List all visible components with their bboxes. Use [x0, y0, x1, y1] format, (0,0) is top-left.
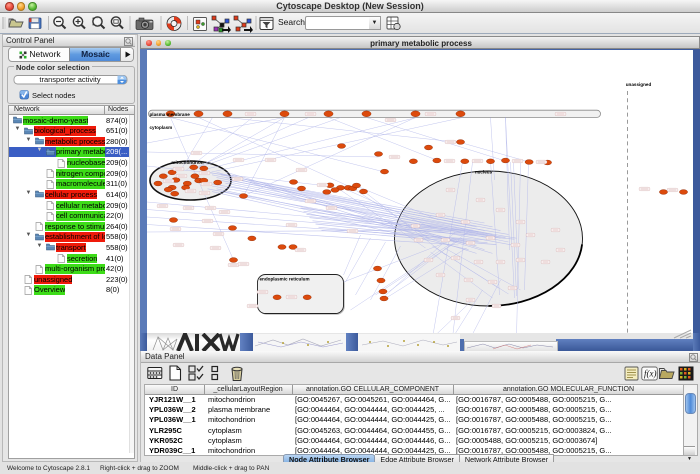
svg-text:f(x): f(x): [644, 369, 657, 379]
svg-text:endoplasmic reticulum: endoplasmic reticulum: [259, 277, 309, 282]
svg-text:unassigned: unassigned: [625, 82, 651, 87]
svg-text:cytoplasm: cytoplasm: [149, 125, 172, 130]
svg-text:mitochondrion: mitochondrion: [171, 160, 203, 165]
svg-text:plasma membrane: plasma membrane: [149, 112, 190, 117]
svg-text:nucleus: nucleus: [474, 170, 492, 175]
